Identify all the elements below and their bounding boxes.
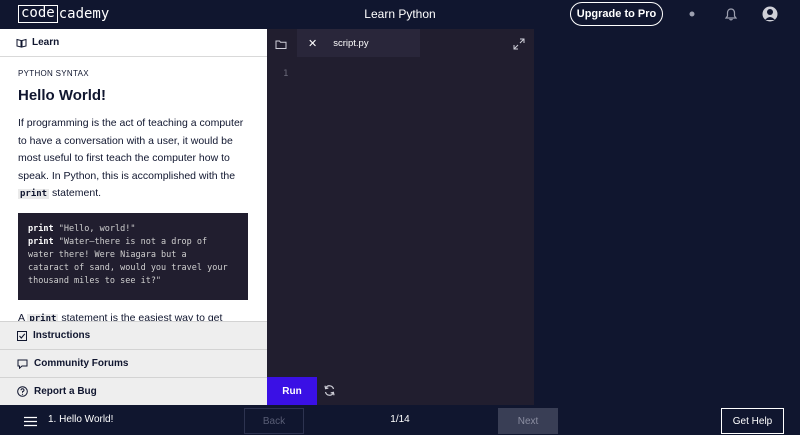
- instructions-label: Instructions: [33, 330, 91, 341]
- lesson-title: Hello World!: [18, 87, 107, 104]
- expand-icon[interactable]: [513, 37, 525, 55]
- code-string: "Hello, world!": [53, 224, 136, 234]
- forums-label: Community Forums: [34, 358, 129, 369]
- checkbox-icon: [17, 330, 27, 341]
- report-bug-tab[interactable]: Report a Bug: [0, 377, 267, 405]
- upgrade-to-pro-button[interactable]: Upgrade to Pro: [570, 2, 663, 26]
- file-tab-script[interactable]: ✕ script.py: [297, 29, 420, 57]
- line-number: 1: [283, 69, 289, 79]
- back-button[interactable]: Back: [244, 408, 304, 434]
- bell-icon[interactable]: [723, 6, 739, 22]
- theme-dot-icon[interactable]: [684, 6, 700, 22]
- help-circle-icon: [17, 386, 28, 397]
- lesson-progress: 1/14: [390, 414, 410, 425]
- logo-box-text: code: [18, 5, 58, 23]
- bottom-bar: 1. Hello World! Back 1/14 Next Get Help: [0, 405, 800, 435]
- avatar[interactable]: [762, 6, 778, 22]
- close-icon[interactable]: ✕: [308, 37, 317, 50]
- lesson-content: PYTHON SYNTAX Hello World! If programmin…: [18, 69, 250, 204]
- reset-icon[interactable]: [323, 384, 336, 402]
- run-button[interactable]: Run: [267, 377, 317, 405]
- bug-label: Report a Bug: [34, 386, 97, 397]
- inline-code-print: print: [18, 189, 50, 199]
- current-lesson-label[interactable]: 1. Hello World!: [48, 414, 113, 425]
- app-root: code cademy Learn Python Upgrade to Pro …: [0, 0, 800, 435]
- get-help-button[interactable]: Get Help: [721, 408, 784, 434]
- codecademy-logo[interactable]: code cademy: [18, 5, 109, 23]
- instructions-tab[interactable]: Instructions: [0, 321, 267, 349]
- chat-icon: [17, 359, 28, 369]
- community-forums-tab[interactable]: Community Forums: [0, 349, 267, 377]
- learn-header[interactable]: Learn: [0, 29, 267, 57]
- editor-tab-bar: ✕ script.py: [267, 29, 534, 57]
- top-bar: code cademy Learn Python Upgrade to Pro: [0, 0, 800, 29]
- logo-rest-text: cademy: [58, 5, 110, 22]
- page-title: Learn Python: [364, 7, 436, 21]
- lesson-kicker: PYTHON SYNTAX: [18, 69, 89, 78]
- code-keyword: print: [28, 224, 54, 234]
- next-button[interactable]: Next: [498, 408, 558, 434]
- lesson-paragraph: If programming is the act of teaching a …: [18, 115, 250, 204]
- paragraph-text: If programming is the act of teaching a …: [18, 117, 244, 182]
- lesson-panel: Learn PYTHON SYNTAX Hello World! If prog…: [0, 29, 267, 405]
- file-tab-label: script.py: [333, 37, 369, 49]
- learn-label: Learn: [32, 37, 60, 48]
- code-keyword: print: [28, 237, 54, 247]
- code-example: print "Hello, world!" print "Water—there…: [18, 213, 248, 300]
- book-icon: [16, 38, 27, 48]
- menu-icon[interactable]: [24, 414, 37, 432]
- code-string: "Water—there is not a drop of water ther…: [28, 237, 228, 286]
- output-panel: [534, 29, 800, 405]
- code-editor: ✕ script.py 1 Run: [267, 29, 534, 405]
- folder-icon[interactable]: [275, 37, 287, 55]
- paragraph-text-end: statement.: [49, 187, 102, 199]
